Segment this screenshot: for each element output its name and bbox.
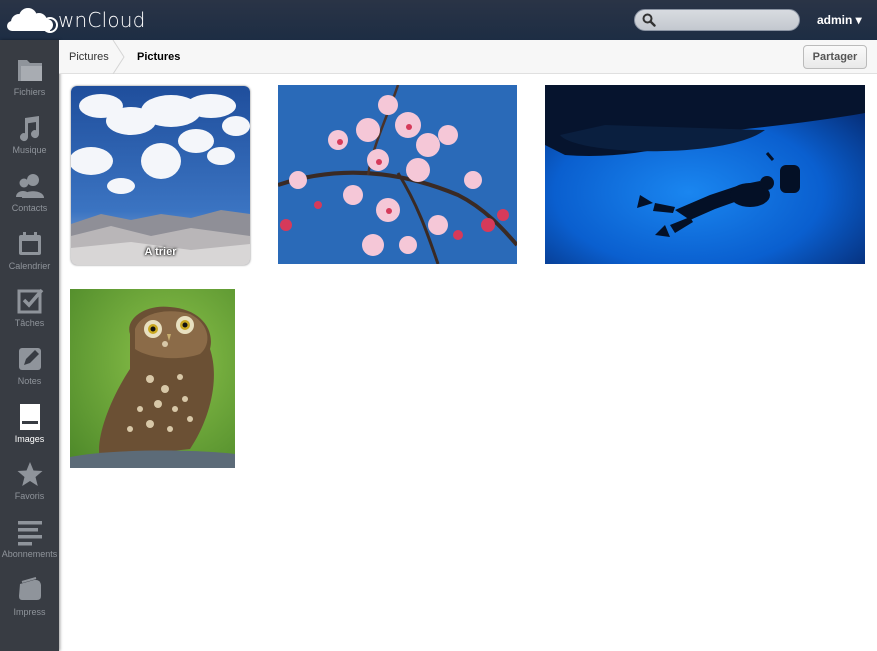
album-label: A trier	[144, 246, 177, 258]
app-navigation: Fichiers Musique Contacts Calendrier Tâc…	[0, 40, 59, 651]
breadcrumb-separator-icon	[112, 40, 125, 74]
tasks-icon	[17, 288, 44, 314]
music-icon	[20, 116, 40, 142]
image-thumbnail[interactable]	[545, 85, 865, 264]
nav-item-favorites[interactable]: Favoris	[0, 460, 59, 516]
controls-bar: Pictures Pictures Partager	[59, 40, 877, 74]
nav-item-calendar[interactable]: Calendrier	[0, 230, 59, 286]
owncloud-logo[interactable]: wnCloud	[6, 4, 146, 36]
nav-label: Musique	[12, 145, 47, 155]
logo-text: wnCloud	[58, 8, 146, 32]
cloud-logo-icon	[7, 8, 58, 33]
sky-mountains-image	[71, 86, 250, 265]
nav-label: Calendrier	[8, 261, 51, 271]
search-box[interactable]	[634, 9, 800, 31]
breadcrumb-current[interactable]: Pictures	[137, 40, 180, 74]
calendar-icon	[19, 232, 41, 255]
star-icon	[17, 462, 43, 486]
nav-item-impress[interactable]: Impress	[0, 576, 59, 632]
nav-label: Notes	[17, 376, 42, 386]
nav-label: Contacts	[11, 203, 48, 213]
nav-item-files[interactable]: Fichiers	[0, 56, 59, 112]
user-menu[interactable]: admin ▾	[817, 13, 862, 27]
nav-label: Favoris	[14, 491, 45, 501]
nav-item-notes[interactable]: Notes	[0, 345, 59, 401]
nav-item-tasks[interactable]: Tâches	[0, 287, 59, 343]
search-icon	[642, 13, 656, 27]
folder-icon	[18, 60, 42, 81]
feed-icon	[18, 521, 42, 546]
nav-item-music[interactable]: Musique	[0, 114, 59, 170]
search-input[interactable]	[659, 12, 795, 28]
nav-label: Abonnements	[1, 549, 58, 559]
cherry-blossom-image	[278, 85, 517, 264]
image-thumbnail[interactable]	[70, 289, 235, 468]
nav-item-contacts[interactable]: Contacts	[0, 172, 59, 228]
album-thumbnail[interactable]: A trier	[71, 86, 250, 265]
contacts-icon	[16, 174, 44, 198]
nav-label: Fichiers	[13, 87, 46, 97]
nav-label: Impress	[13, 607, 46, 617]
breadcrumb-root[interactable]: Pictures	[69, 40, 109, 74]
nav-label: Images	[14, 434, 45, 444]
share-button[interactable]: Partager	[803, 45, 867, 69]
app-header: wnCloud admin ▾	[0, 0, 877, 40]
images-icon	[20, 404, 40, 430]
impress-icon	[19, 577, 41, 600]
scuba-diver-image	[545, 85, 865, 264]
notes-icon	[19, 348, 41, 370]
nav-item-feeds[interactable]: Abonnements	[0, 518, 59, 574]
owl-image	[70, 289, 235, 468]
image-thumbnail[interactable]	[278, 85, 517, 264]
nav-item-images[interactable]: Images	[0, 403, 59, 459]
nav-label: Tâches	[14, 318, 45, 328]
